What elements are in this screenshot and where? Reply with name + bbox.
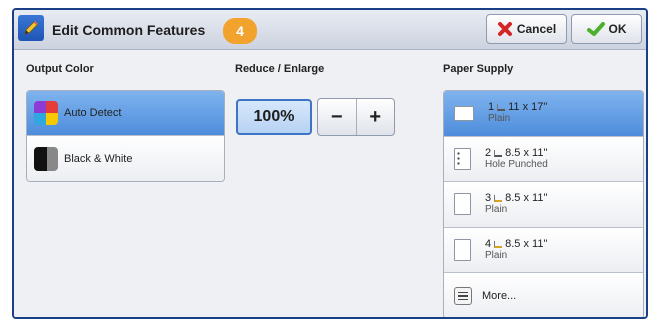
black-white-icon	[34, 146, 58, 171]
ok-button[interactable]: OK	[571, 14, 642, 44]
increase-button[interactable]: +	[355, 99, 395, 135]
cancel-label: Cancel	[516, 22, 557, 36]
paper-size: 8.5 x 11"	[505, 146, 548, 159]
tray-number: 2	[485, 146, 492, 159]
option-auto-detect[interactable]: Auto Detect	[27, 91, 224, 136]
paper-type: Plain	[488, 113, 511, 125]
pencil-icon	[18, 15, 44, 41]
paper-tray-4[interactable]: 4 8.5 x 11" Plain	[444, 227, 643, 274]
title-bar: Edit Common Features 4 Cancel OK	[14, 10, 646, 50]
reduce-enlarge-heading: Reduce / Enlarge	[235, 63, 325, 75]
paper-supply-heading: Paper Supply	[443, 63, 514, 75]
paper-sheet-icon	[454, 239, 471, 262]
more-label: More...	[482, 290, 517, 303]
zoom-stepper: − +	[317, 98, 395, 136]
paper-type: Plain	[485, 250, 508, 262]
paper-type: Plain	[485, 204, 508, 216]
decrease-button[interactable]: −	[318, 99, 356, 135]
zoom-value-field[interactable]: 100%	[236, 99, 312, 135]
cancel-x-icon	[497, 22, 512, 36]
paper-size: 8.5 x 11"	[505, 238, 548, 251]
auto-detect-icon	[34, 101, 58, 125]
dialog-window: Edit Common Features 4 Cancel OK Output …	[12, 8, 648, 319]
tray-icon	[497, 104, 506, 112]
paper-type: Hole Punched	[485, 158, 548, 170]
paper-supply-list: 1 11 x 17" Plain 2 8.5 x 11" Hole Punche…	[443, 90, 644, 317]
page-title: Edit Common Features	[52, 22, 206, 38]
list-icon	[454, 287, 472, 306]
output-color-heading: Output Color	[26, 63, 94, 75]
paper-size: 11 x 17"	[508, 101, 548, 114]
auto-detect-label: Auto Detect	[64, 107, 122, 119]
paper-sheet-icon	[454, 105, 474, 121]
tray-number: 1	[488, 101, 495, 114]
tray-icon	[494, 195, 503, 203]
count-badge: 4	[223, 18, 257, 44]
black-white-label: Black & White	[64, 152, 133, 165]
ok-label: OK	[608, 22, 627, 36]
paper-tray-2[interactable]: 2 8.5 x 11" Hole Punched	[444, 136, 643, 183]
feature-panel: Output Color Auto Detect Black & White R…	[14, 51, 646, 317]
hole-punched-sheet-icon	[454, 147, 471, 170]
checkmark-icon	[586, 22, 605, 36]
more-paper-button[interactable]: More...	[444, 273, 643, 317]
tray-number: 3	[485, 192, 492, 205]
paper-tray-3[interactable]: 3 8.5 x 11" Plain	[444, 182, 643, 228]
paper-sheet-icon	[454, 193, 471, 216]
option-black-white[interactable]: Black & White	[27, 136, 224, 181]
paper-tray-1[interactable]: 1 11 x 17" Plain	[444, 91, 643, 137]
output-color-list: Auto Detect Black & White	[26, 90, 225, 182]
paper-size: 8.5 x 11"	[505, 192, 548, 205]
tray-number: 4	[485, 238, 492, 251]
tray-icon	[494, 149, 503, 157]
cancel-button[interactable]: Cancel	[486, 14, 567, 44]
tray-icon	[494, 241, 503, 249]
